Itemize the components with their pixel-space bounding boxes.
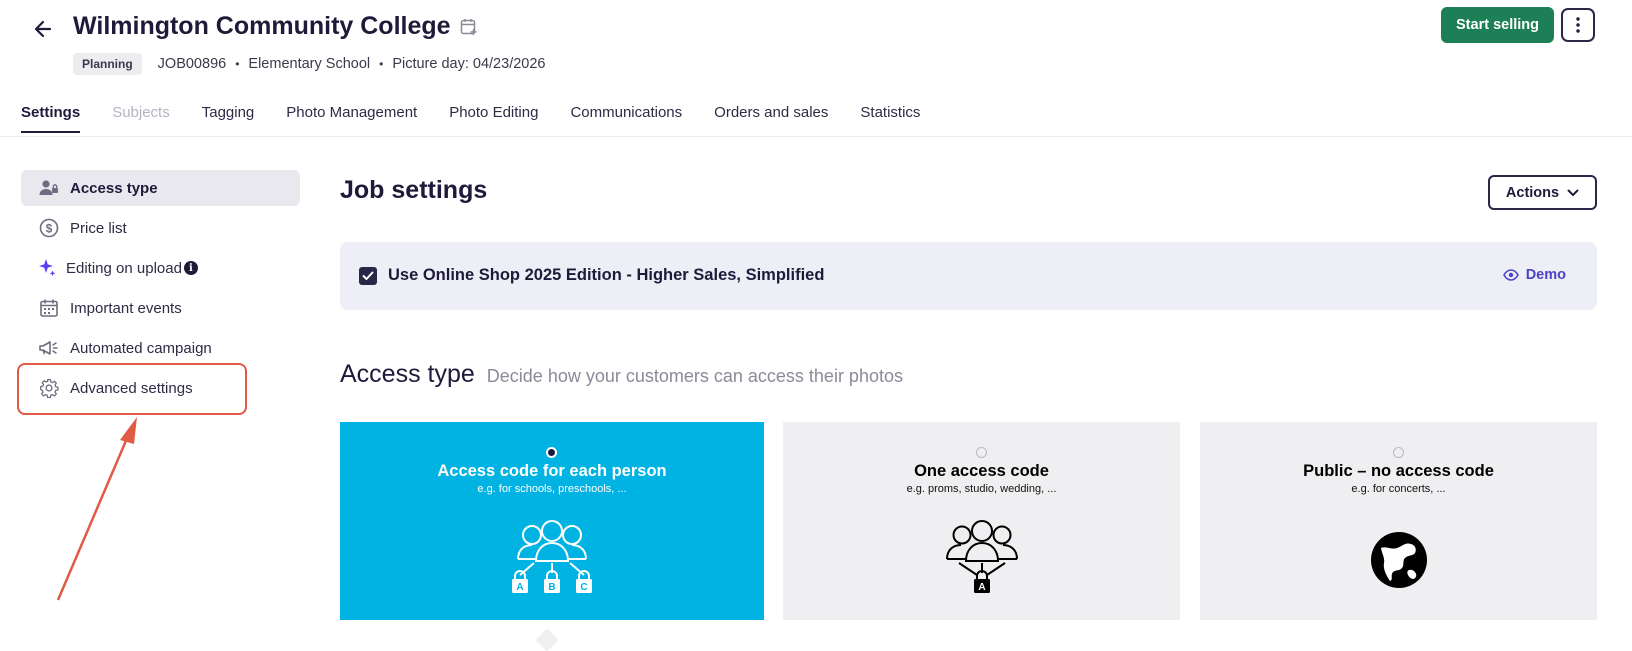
online-shop-checkbox[interactable] — [359, 267, 377, 285]
megaphone-icon — [38, 337, 60, 359]
tab-photo-management[interactable]: Photo Management — [286, 104, 417, 133]
school-type: Elementary School — [248, 56, 371, 72]
sidebar-item-label: Editing on upload — [66, 259, 182, 277]
job-meta: Planning JOB00896 • Elementary School • … — [73, 53, 545, 75]
sidebar-item-editing-on-upload[interactable]: Editing on upload i — [21, 250, 300, 286]
more-options-button[interactable] — [1561, 8, 1595, 42]
start-selling-button[interactable]: Start selling — [1441, 7, 1554, 43]
option-subtitle: e.g. for concerts, ... — [1351, 483, 1446, 495]
lock-letter: C — [580, 582, 587, 593]
sidebar-item-important-events[interactable]: Important events — [21, 290, 300, 326]
tab-photo-editing[interactable]: Photo Editing — [449, 104, 538, 133]
tab-communications[interactable]: Communications — [570, 104, 682, 133]
tab-bar: Settings Subjects Tagging Photo Manageme… — [21, 104, 952, 133]
lock-letter: A — [978, 582, 985, 593]
picture-day: Picture day: 04/23/2026 — [392, 56, 546, 72]
option-title: Access code for each person — [437, 462, 667, 480]
demo-link[interactable]: Demo — [1502, 267, 1566, 283]
sidebar-item-label: Access type — [70, 179, 158, 197]
sidebar-item-label: Important events — [70, 299, 182, 317]
back-button[interactable] — [30, 16, 56, 42]
status-badge: Planning — [73, 53, 142, 75]
calendar-plus-icon[interactable] — [459, 17, 479, 37]
sidebar-item-access-type[interactable]: Access type — [21, 170, 300, 206]
vertical-dots-icon — [1576, 17, 1580, 33]
svg-text:$: $ — [46, 222, 53, 236]
tab-tagging[interactable]: Tagging — [202, 104, 255, 133]
radio-button[interactable] — [1392, 447, 1404, 458]
tab-orders-and-sales[interactable]: Orders and sales — [714, 104, 828, 133]
radio-button[interactable] — [546, 447, 557, 458]
radio-button[interactable] — [975, 447, 987, 458]
lock-letter: A — [516, 582, 523, 593]
access-option-each-person[interactable]: Access code for each person e.g. for sch… — [340, 422, 764, 620]
separator: • — [379, 57, 384, 71]
access-option-one-code[interactable]: One access code e.g. proms, studio, wedd… — [783, 422, 1180, 620]
user-lock-icon — [38, 177, 60, 199]
online-shop-label[interactable]: Use Online Shop 2025 Edition - Higher Sa… — [388, 266, 824, 285]
group-single-lock-icon: A — [937, 517, 1027, 604]
lock-letter: B — [548, 582, 555, 593]
dollar-circle-icon: $ — [38, 217, 60, 239]
option-title: Public – no access code — [1303, 462, 1494, 480]
actions-label: Actions — [1505, 184, 1560, 201]
tabs-divider — [0, 136, 1632, 137]
arrow-left-icon — [34, 20, 52, 38]
access-type-subtitle: Decide how your customers can access the… — [486, 366, 903, 386]
separator: • — [235, 57, 240, 71]
sidebar-item-automated-campaign[interactable]: Automated campaign — [21, 330, 300, 366]
actions-button[interactable]: Actions — [1488, 175, 1597, 210]
tab-settings[interactable]: Settings — [21, 104, 81, 133]
group-locks-icon: A B C — [502, 517, 602, 604]
access-type-title: Access type — [340, 360, 475, 388]
eye-icon — [1502, 269, 1519, 281]
job-id: JOB00896 — [157, 56, 227, 72]
option-title: One access code — [914, 462, 1049, 480]
tab-subjects: Subjects — [112, 104, 170, 121]
globe-icon — [1369, 530, 1429, 595]
sidebar-item-price-list[interactable]: $ Price list — [21, 210, 300, 246]
sidebar-item-label: Automated campaign — [70, 339, 212, 357]
chevron-down-icon — [1567, 189, 1579, 196]
access-type-heading: Access type Decide how your customers ca… — [340, 360, 903, 389]
highlight-annotation-box — [17, 363, 247, 415]
tab-statistics[interactable]: Statistics — [860, 104, 920, 133]
page-title: Wilmington Community College — [73, 12, 451, 40]
job-settings-title: Job settings — [340, 176, 488, 204]
info-icon[interactable]: i — [183, 261, 198, 275]
online-shop-banner: Use Online Shop 2025 Edition - Higher Sa… — [340, 242, 1597, 310]
option-subtitle: e.g. for schools, preschools, ... — [477, 483, 627, 495]
demo-label: Demo — [1525, 267, 1566, 283]
sidebar-item-label: Price list — [70, 219, 127, 237]
calendar-icon — [38, 297, 60, 319]
option-subtitle: e.g. proms, studio, wedding, ... — [906, 483, 1057, 495]
sparkle-icon — [36, 257, 58, 279]
access-option-public[interactable]: Public – no access code e.g. for concert… — [1200, 422, 1597, 620]
